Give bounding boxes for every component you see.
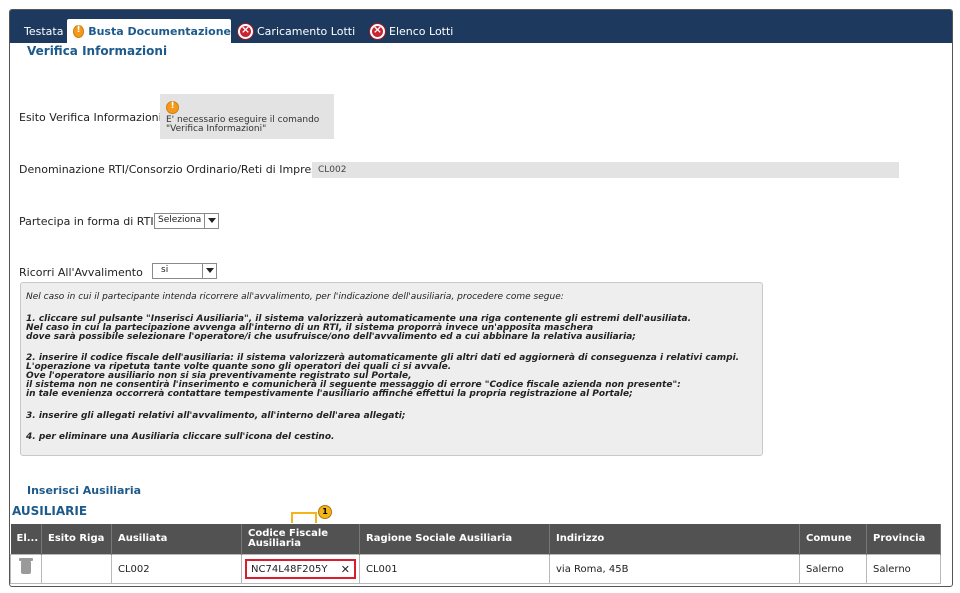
esito-message: E' necessario eseguire il comando "Verif… xyxy=(166,115,320,134)
instruction-text: dove sarà possibile selezionare l'operat… xyxy=(26,332,636,342)
esito-label: Esito Verifica Informazioni xyxy=(19,111,162,124)
instruction-text: 3. inserire gli allegati relativi all'av… xyxy=(26,411,406,421)
codice-fiscale-value: NC74L48F205Y xyxy=(251,563,328,575)
section-title: Verifica Informazioni xyxy=(27,44,168,58)
column-header[interactable]: Ausiliata xyxy=(111,524,242,555)
warning-icon xyxy=(73,24,85,38)
denominazione-label: Denominazione RTI/Consorzio Ordinario/Re… xyxy=(19,163,324,176)
indirizzo-cell: via Roma, 45B xyxy=(549,554,800,584)
table-header-row: El... Esito Riga Ausiliata Codice Fiscal… xyxy=(10,524,941,555)
tab-elenco-lotti[interactable]: Elenco Lotti xyxy=(370,19,453,43)
chevron-down-icon xyxy=(204,214,218,228)
ricorri-avvalimento-select[interactable]: si xyxy=(152,263,217,279)
delete-cell xyxy=(10,554,42,584)
tab-testata[interactable]: Testata xyxy=(18,19,69,43)
codice-fiscale-input[interactable]: NC74L48F205Y ✕ xyxy=(245,559,356,579)
warning-icon xyxy=(166,101,179,114)
ricorri-label: Ricorri All'Avvalimento xyxy=(19,266,143,279)
column-header[interactable]: Esito Riga xyxy=(41,524,112,555)
comune-cell: Salerno xyxy=(799,554,867,584)
select-value: Seleziona xyxy=(158,215,202,225)
instruction-text: 4. per eliminare una Ausiliaria cliccare… xyxy=(26,432,335,442)
instructions-box: Nel caso in cui il partecipante intenda … xyxy=(20,282,763,456)
column-header[interactable]: Provincia xyxy=(866,524,941,555)
partecipa-label: Partecipa in forma di RTI xyxy=(19,215,154,228)
partecipa-rti-select[interactable]: Seleziona xyxy=(154,213,219,229)
column-header[interactable]: Ragione Sociale Ausiliaria xyxy=(359,524,550,555)
ragione-sociale-cell: CL001 xyxy=(359,554,550,584)
trash-icon[interactable] xyxy=(19,558,33,574)
chevron-down-icon xyxy=(202,264,216,278)
select-value: si xyxy=(161,265,169,275)
codice-fiscale-cell: NC74L48F205Y ✕ xyxy=(241,554,360,584)
denominazione-field: CL002 xyxy=(312,162,899,178)
tab-label: Elenco Lotti xyxy=(389,24,454,38)
ausiliarie-table: El... Esito Riga Ausiliata Codice Fiscal… xyxy=(10,524,941,584)
esito-riga-cell xyxy=(41,554,112,584)
table-row: CL002 NC74L48F205Y ✕ CL001 via Roma, 45B… xyxy=(10,554,941,584)
column-header[interactable]: Indirizzo xyxy=(549,524,800,555)
document-window: Testata Busta Documentazione Caricamento… xyxy=(9,9,953,587)
grid-title: AUSILIARIE xyxy=(12,504,88,518)
clear-icon[interactable]: ✕ xyxy=(341,563,350,576)
insert-ausiliaria-link[interactable]: Inserisci Ausiliaria xyxy=(27,484,141,497)
callout-connector xyxy=(291,512,317,523)
column-header[interactable]: El... xyxy=(10,524,42,555)
tab-label: Caricamento Lotti xyxy=(257,24,356,38)
ausiliata-cell: CL002 xyxy=(111,554,242,584)
error-icon xyxy=(238,23,253,39)
tab-label: Busta Documentazione xyxy=(88,24,231,38)
provincia-cell: Salerno xyxy=(866,554,941,584)
error-icon xyxy=(370,23,385,39)
tab-busta-documentazione[interactable]: Busta Documentazione xyxy=(67,19,231,43)
esito-warning-box: E' necessario eseguire il comando "Verif… xyxy=(160,94,334,139)
column-header[interactable]: Codice Fiscale Ausiliaria xyxy=(241,524,360,555)
instruction-text: in tale evenienza occorrerà contattare t… xyxy=(26,389,633,399)
column-header[interactable]: Comune xyxy=(799,524,867,555)
tab-label: Testata xyxy=(24,24,64,38)
instruction-text: Nel caso in cui il partecipante intenda … xyxy=(26,292,564,302)
callout-badge: 1 xyxy=(318,505,332,519)
tab-caricamento-lotti[interactable]: Caricamento Lotti xyxy=(238,19,355,43)
tab-bar: Testata Busta Documentazione Caricamento… xyxy=(10,10,952,43)
